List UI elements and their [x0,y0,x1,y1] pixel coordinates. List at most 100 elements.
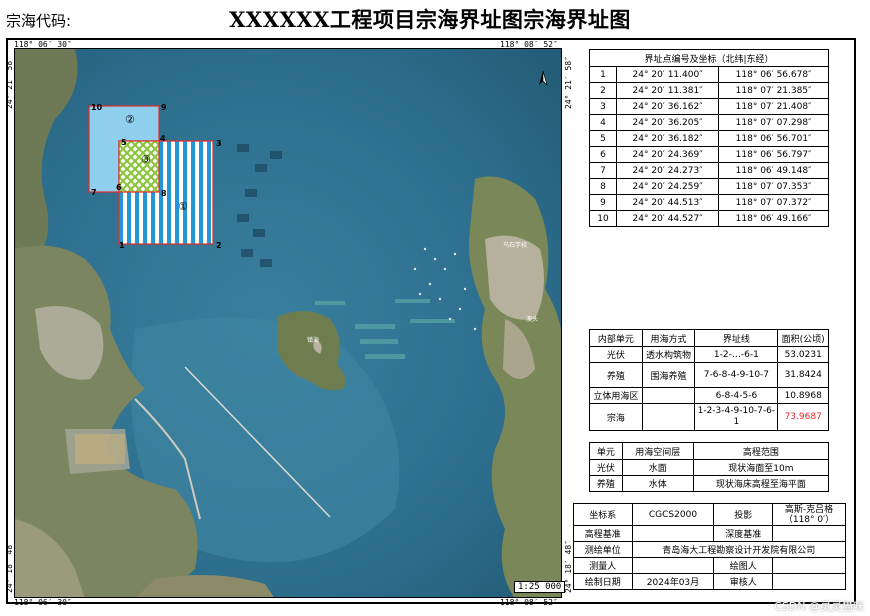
coord-left-top: 24° 21′ 58″ [5,56,14,109]
boundary-no-cell: 8 [589,178,617,195]
boundary-no-cell: 3 [589,98,617,115]
point-label-2: 2 [216,241,222,250]
boundary-lon-cell: 118° 07′ 07.298″ [718,114,829,131]
place-label-school: 乌石学校 [503,241,527,249]
point-label-5: 5 [121,138,127,147]
point-label-8: 8 [161,189,167,198]
boundary-row: 4 24° 20′ 36.205″ 118° 07′ 07.298″ [589,114,829,131]
unit-col-unit: 内部单元 [589,329,643,347]
drafter-value [772,557,846,574]
boundary-lat-cell: 24° 20′ 24.369″ [615,146,720,163]
parcel-label-3: ③ [141,153,151,166]
boundary-row: 6 24° 20′ 24.369″ 118° 06′ 56.797″ [589,146,829,163]
unit-col-area: 面积(公顷) [777,329,829,347]
place-label-island: 镇海 [307,336,319,344]
point-label-1: 1 [119,241,125,250]
point-label-10: 10 [91,103,103,112]
boundary-lat-cell: 24° 20′ 24.273″ [615,162,720,179]
area-cell: 10.8968 [777,387,829,404]
survey-unit-label: 测绘单位 [573,541,633,558]
line-cell: 1-2-…-6-1 [694,346,779,363]
point-label-4: 4 [160,134,166,143]
space-unit-cell: 养殖 [589,475,623,492]
coord-sys-value: CGCS2000 [631,503,715,526]
boundary-row: 10 24° 20′ 44.527″ 118° 06′ 49.166″ [589,210,829,227]
space-col-unit: 单元 [589,442,623,460]
boundary-lat-cell: 24° 20′ 36.162″ [615,98,720,115]
point-label-3: 3 [216,139,222,148]
boundary-lon-cell: 118° 06′ 49.166″ [718,210,829,227]
scale-bar: 1:25 000 [514,581,566,593]
parcel-3 [118,140,160,193]
boundary-lon-cell: 118° 06′ 56.797″ [718,146,829,163]
sea-code-label: 宗海代码: [6,12,72,30]
surveyor-value [631,557,715,574]
boundary-row: 7 24° 20′ 24.273″ 118° 06′ 49.148″ [589,162,829,179]
satellite-map[interactable]: ② ① ③ 1 2 3 4 5 6 7 8 9 10 镇海 乌石学校 澳头 [14,48,562,598]
method-cell [641,387,696,404]
boundary-lat-cell: 24° 20′ 11.381″ [615,82,720,99]
surveyor-label: 测量人 [573,557,633,574]
unit-col-line: 界址线 [694,329,779,347]
method-cell: 围海养殖 [641,362,696,388]
unit-cell: 宗海 [589,403,643,431]
elevation-label: 高程基准 [573,525,633,542]
unit-cell: 光伏 [589,346,643,363]
method-cell: 透水构筑物 [641,346,696,363]
depth-label: 深度基准 [713,525,773,542]
method-cell [641,403,696,431]
unit-cell: 养殖 [589,362,643,388]
boundary-lon-cell: 118° 06′ 56.701″ [718,130,829,147]
boundary-row: 5 24° 20′ 36.182″ 118° 06′ 56.701″ [589,130,829,147]
parcel-label-2: ② [125,113,135,126]
line-cell: 1-2-3-4-9-10-7-6-1 [694,403,779,431]
unit-cell: 立体用海区 [589,387,643,404]
total-area-cell: 73.9687 [777,403,829,431]
boundary-no-cell: 9 [589,194,617,211]
boundary-no-cell: 6 [589,146,617,163]
boundary-row: 1 24° 20′ 11.400″ 118° 06′ 56.678″ [589,66,829,83]
boundary-no-cell: 5 [589,130,617,147]
boundary-lat-cell: 24° 20′ 44.513″ [615,194,720,211]
map-canvas: ② ① ③ 1 2 3 4 5 6 7 8 9 10 镇海 乌石学校 澳头 [15,49,561,597]
boundary-lat-cell: 24° 20′ 36.182″ [615,130,720,147]
space-col-layer: 用海空间层 [621,442,694,460]
boundary-lon-cell: 118° 07′ 21.385″ [718,82,829,99]
space-col-range: 高程范围 [692,442,830,460]
boundary-row: 8 24° 20′ 24.259″ 118° 07′ 07.353″ [589,178,829,195]
boundary-lon-cell: 118° 06′ 56.678″ [718,66,829,83]
reviewer-value [772,573,846,590]
space-range-cell: 现状海床高程至海平面 [692,475,830,492]
boundary-lat-cell: 24° 20′ 24.259″ [615,178,720,195]
place-label-town: 澳头 [526,315,538,323]
coord-bottom-left: 118° 06′ 30″ [14,598,72,607]
boundary-lon-cell: 118° 07′ 07.353″ [718,178,829,195]
projection-value: 高斯-克吕格（118° 0′） [772,503,846,526]
reviewer-label: 审核人 [713,573,773,590]
boundary-row: 2 24° 20′ 11.381″ 118° 07′ 21.385″ [589,82,829,99]
boundary-lon-cell: 118° 07′ 07.372″ [718,194,829,211]
space-range-cell: 现状海面至10m [692,459,830,476]
map-info-table: 坐标系 CGCS2000 投影 高斯-克吕格（118° 0′） 高程基准 深度基… [573,503,847,590]
point-label-6: 6 [116,183,122,192]
coord-sys-label: 坐标系 [573,503,633,526]
boundary-lat-cell: 24° 20′ 36.205″ [615,114,720,131]
boundary-no-cell: 2 [589,82,617,99]
parcel-label-1: ① [178,200,188,213]
elevation-value [631,525,715,542]
line-cell: 6-8-4-5-6 [694,387,779,404]
coord-left-bottom: 24° 18′ 48″ [5,540,14,593]
space-layer-table: 单元 用海空间层 高程范围 光伏 水面 现状海面至10m 养殖 水体 现状海床高… [589,442,830,492]
page-title: XXXXXX工程项目宗海界址图宗海界址图 [229,7,631,32]
boundary-coordinates-table: 界址点编号及坐标（北纬|东经） 1 24° 20′ 11.400″ 118° 06′… [589,49,829,227]
space-unit-cell: 光伏 [589,459,623,476]
space-layer-cell: 水体 [621,475,694,492]
coord-bottom-right: 118° 08′ 52″ [500,598,558,607]
boundary-row: 3 24° 20′ 36.162″ 118° 07′ 21.408″ [589,98,829,115]
line-cell: 7-6-8-4-9-10-7 [694,362,779,388]
boundary-lat-cell: 24° 20′ 44.527″ [615,210,720,227]
internal-unit-table: 内部单元 用海方式 界址线 面积(公顷) 光伏 透水构筑物 1-2-…-6-1 … [589,329,829,431]
watermark: CSDN @灵灵猫咪 [774,600,864,613]
projection-label: 投影 [713,503,773,526]
date-value: 2024年03月 [631,573,715,590]
